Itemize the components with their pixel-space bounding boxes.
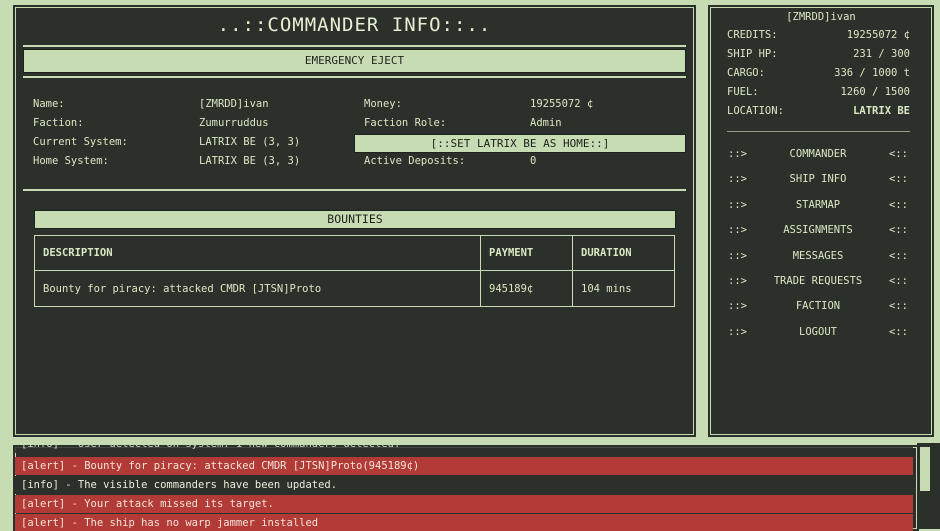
column-header-description: DESCRIPTION [34,235,481,271]
column-header-duration: DURATION [572,235,675,271]
set-home-button[interactable]: [::SET LATRIX BE AS HOME::] [354,134,686,153]
menu-item-label: TRADE REQUESTS [773,275,863,287]
log-line: [alert] - Your attack missed its target. [15,495,913,513]
home-system-label: Home System: [33,155,109,167]
faction-value: Zumurruddus [199,117,269,129]
divider [23,189,686,191]
menu-item-label: FACTION [795,300,841,312]
menu-item-faction[interactable]: ::> FACTION <:: [728,300,908,314]
current-system-value: LATRIX BE (3, 3) [199,136,301,148]
table-row: Bounty for piracy: attacked CMDR [JTSN]P… [34,270,675,307]
name-label: Name: [33,98,65,110]
faction-role-value: Admin [530,117,562,129]
commander-name: [ZMRDD]ivan [786,11,856,23]
menu-item-messages[interactable]: ::> MESSAGES <:: [728,250,908,264]
menu-item-label: SHIP INFO [789,173,847,185]
bounty-duration: 104 mins [572,270,675,307]
log-scrollbar[interactable] [917,443,940,529]
page-title: ..::COMMANDER INFO::.. [217,14,492,36]
menu-item-ship-info[interactable]: ::> SHIP INFO <:: [728,173,908,187]
bounty-description: Bounty for piracy: attacked CMDR [JTSN]P… [34,270,481,307]
credits-value: 19255072 ¢ [846,29,910,41]
divider [727,131,910,132]
ship-hp-value: 231 / 300 [853,48,910,60]
menu-arrow-right: <:: [889,148,908,160]
money-value: 19255072 ¢ [530,98,594,110]
current-system-label: Current System: [33,136,128,148]
location-value: LATRIX BE [853,105,910,117]
home-system-value: LATRIX BE (3, 3) [199,155,301,167]
menu-item-label: COMMANDER [789,148,847,160]
log-line: [info] - The visible commanders have bee… [15,476,913,494]
commander-info-panel: ..::COMMANDER INFO::.. EMERGENCY EJECT N… [11,3,698,439]
log-line: [alert] - The ship has no warp jammer in… [15,514,913,531]
bounty-payment: 945189¢ [480,270,573,307]
column-header-payment: PAYMENT [480,235,573,271]
menu-arrow-right: <:: [889,326,908,338]
menu-item-assignments[interactable]: ::> ASSIGNMENTS <:: [728,224,908,238]
ship-hp-label: SHIP HP: [727,48,778,60]
table-header-row: DESCRIPTION PAYMENT DURATION [34,235,675,271]
fuel-value: 1260 / 1500 [840,86,910,98]
menu-arrow-right: <:: [889,173,908,185]
menu-item-logout[interactable]: ::> LOGOUT <:: [728,326,908,340]
money-label: Money: [364,98,402,110]
menu-item-trade-requests[interactable]: ::> TRADE REQUESTS <:: [728,275,908,289]
menu-item-starmap[interactable]: ::> STARMAP <:: [728,199,908,213]
bounties-table: DESCRIPTION PAYMENT DURATION Bounty for … [34,235,675,307]
menu-arrow-right: <:: [889,250,908,262]
active-deposits-value: 0 [530,155,537,167]
menu-arrow-right: <:: [889,199,908,211]
faction-role-label: Faction Role: [364,117,447,129]
emergency-eject-button[interactable]: EMERGENCY EJECT [23,49,686,73]
log-line: [alert] - Bounty for piracy: attacked CM… [15,457,913,475]
log-line-partial: [info] - User detected on system. 1 new … [15,445,913,453]
menu-item-label: STARMAP [795,199,841,211]
cargo-label: CARGO: [727,67,765,79]
faction-label: Faction: [33,117,84,129]
scrollbar-thumb[interactable] [920,447,930,491]
divider [23,76,686,78]
cargo-value: 336 / 1000 t [834,67,910,79]
menu-item-commander[interactable]: ::> COMMANDER <:: [728,148,908,162]
event-log[interactable]: [info] - User detected on system. 1 new … [11,443,921,531]
location-label: LOCATION: [727,105,784,117]
bounties-heading: BOUNTIES [34,210,676,229]
sidebar: [ZMRDD]ivan CREDITS: 19255072 ¢ SHIP HP:… [706,3,936,439]
menu-item-label: MESSAGES [792,250,844,262]
fuel-label: FUEL: [727,86,759,98]
active-deposits-label: Active Deposits: [364,155,466,167]
menu-item-label: LOGOUT [799,326,837,338]
credits-label: CREDITS: [727,29,778,41]
menu-arrow-right: <:: [889,275,908,287]
menu-arrow-right: <:: [889,224,908,236]
menu-item-label: ASSIGNMENTS [783,224,853,236]
name-value: [ZMRDD]ivan [199,98,269,110]
divider [23,45,686,47]
menu-arrow-right: <:: [889,300,908,312]
